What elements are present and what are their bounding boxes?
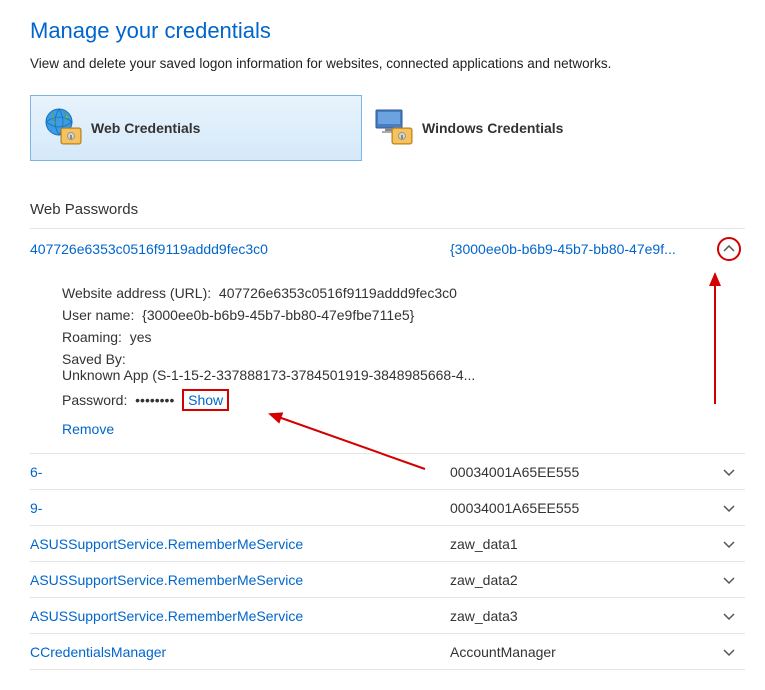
credential-row[interactable]: ASUSSupportService.RememberMeService zaw… xyxy=(30,526,745,562)
detail-password: Password: •••••••• Show xyxy=(62,389,741,411)
detail-roaming-label: Roaming: xyxy=(62,329,122,345)
credential-value: 00034001A65EE555 xyxy=(450,464,717,480)
chevron-down-icon[interactable] xyxy=(717,608,741,624)
show-password-link[interactable]: Show xyxy=(182,389,229,411)
detail-savedby-label: Saved By: xyxy=(62,351,126,367)
page-title: Manage your credentials xyxy=(30,18,745,44)
detail-roaming: Roaming: yes xyxy=(62,329,741,345)
tab-windows-credentials[interactable]: Windows Credentials xyxy=(362,95,694,161)
tab-web-label: Web Credentials xyxy=(91,120,200,136)
chevron-down-icon[interactable] xyxy=(717,572,741,588)
credential-details: Website address (URL): 407726e6353c0516f… xyxy=(30,269,745,454)
credential-type-tabs: Web Credentials Windows Credentials xyxy=(30,95,745,161)
credential-row[interactable]: 6- 00034001A65EE555 xyxy=(30,454,745,490)
detail-savedby-value: Unknown App (S-1-15-2-337888173-37845019… xyxy=(62,367,475,383)
detail-username: User name: {3000ee0b-b6b9-45b7-bb80-47e9… xyxy=(62,307,741,323)
credentials-list: 407726e6353c0516f9119addd9fec3c0 {3000ee… xyxy=(30,228,745,670)
detail-password-value: •••••••• xyxy=(135,392,174,408)
credential-value: AccountManager xyxy=(450,644,717,660)
page-subtitle: View and delete your saved logon informa… xyxy=(30,56,745,71)
detail-roaming-value: yes xyxy=(130,329,152,345)
credential-row[interactable]: 9- 00034001A65EE555 xyxy=(30,490,745,526)
chevron-down-icon[interactable] xyxy=(717,464,741,480)
credential-row-expanded-header[interactable]: 407726e6353c0516f9119addd9fec3c0 {3000ee… xyxy=(30,229,745,269)
credential-name[interactable]: 9- xyxy=(30,500,450,516)
globe-safe-icon xyxy=(41,106,85,150)
detail-url: Website address (URL): 407726e6353c0516f… xyxy=(62,285,741,301)
detail-url-label: Website address (URL): xyxy=(62,285,211,301)
credential-value: zaw_data2 xyxy=(450,572,717,588)
detail-url-value: 407726e6353c0516f9119addd9fec3c0 xyxy=(219,285,457,301)
monitor-safe-icon xyxy=(372,106,416,150)
chevron-down-icon[interactable] xyxy=(717,536,741,552)
remove-credential-link[interactable]: Remove xyxy=(62,421,114,437)
section-heading-web-passwords: Web Passwords xyxy=(30,201,745,218)
credential-name[interactable]: 407726e6353c0516f9119addd9fec3c0 xyxy=(30,241,450,257)
credential-name[interactable]: ASUSSupportService.RememberMeService xyxy=(30,572,450,588)
credential-name[interactable]: 6- xyxy=(30,464,450,480)
detail-savedby: Saved By: Unknown App (S-1-15-2-33788817… xyxy=(62,351,741,383)
credential-row[interactable]: ASUSSupportService.RememberMeService zaw… xyxy=(30,562,745,598)
credential-name[interactable]: CCredentialsManager xyxy=(30,644,450,660)
chevron-up-icon[interactable] xyxy=(717,237,741,261)
credential-row[interactable]: CCredentialsManager AccountManager xyxy=(30,634,745,670)
tab-windows-label: Windows Credentials xyxy=(422,120,563,136)
chevron-down-icon[interactable] xyxy=(717,644,741,660)
credential-guid: {3000ee0b-b6b9-45b7-bb80-47e9f... xyxy=(450,241,717,257)
detail-password-label: Password: xyxy=(62,392,127,408)
credential-name[interactable]: ASUSSupportService.RememberMeService xyxy=(30,536,450,552)
chevron-down-icon[interactable] xyxy=(717,500,741,516)
detail-username-label: User name: xyxy=(62,307,134,323)
credential-row[interactable]: ASUSSupportService.RememberMeService zaw… xyxy=(30,598,745,634)
credential-name[interactable]: ASUSSupportService.RememberMeService xyxy=(30,608,450,624)
tab-web-credentials[interactable]: Web Credentials xyxy=(30,95,362,161)
credential-value: 00034001A65EE555 xyxy=(450,500,717,516)
detail-username-value: {3000ee0b-b6b9-45b7-bb80-47e9fbe711e5} xyxy=(142,307,414,323)
credential-value: zaw_data3 xyxy=(450,608,717,624)
credential-value: zaw_data1 xyxy=(450,536,717,552)
